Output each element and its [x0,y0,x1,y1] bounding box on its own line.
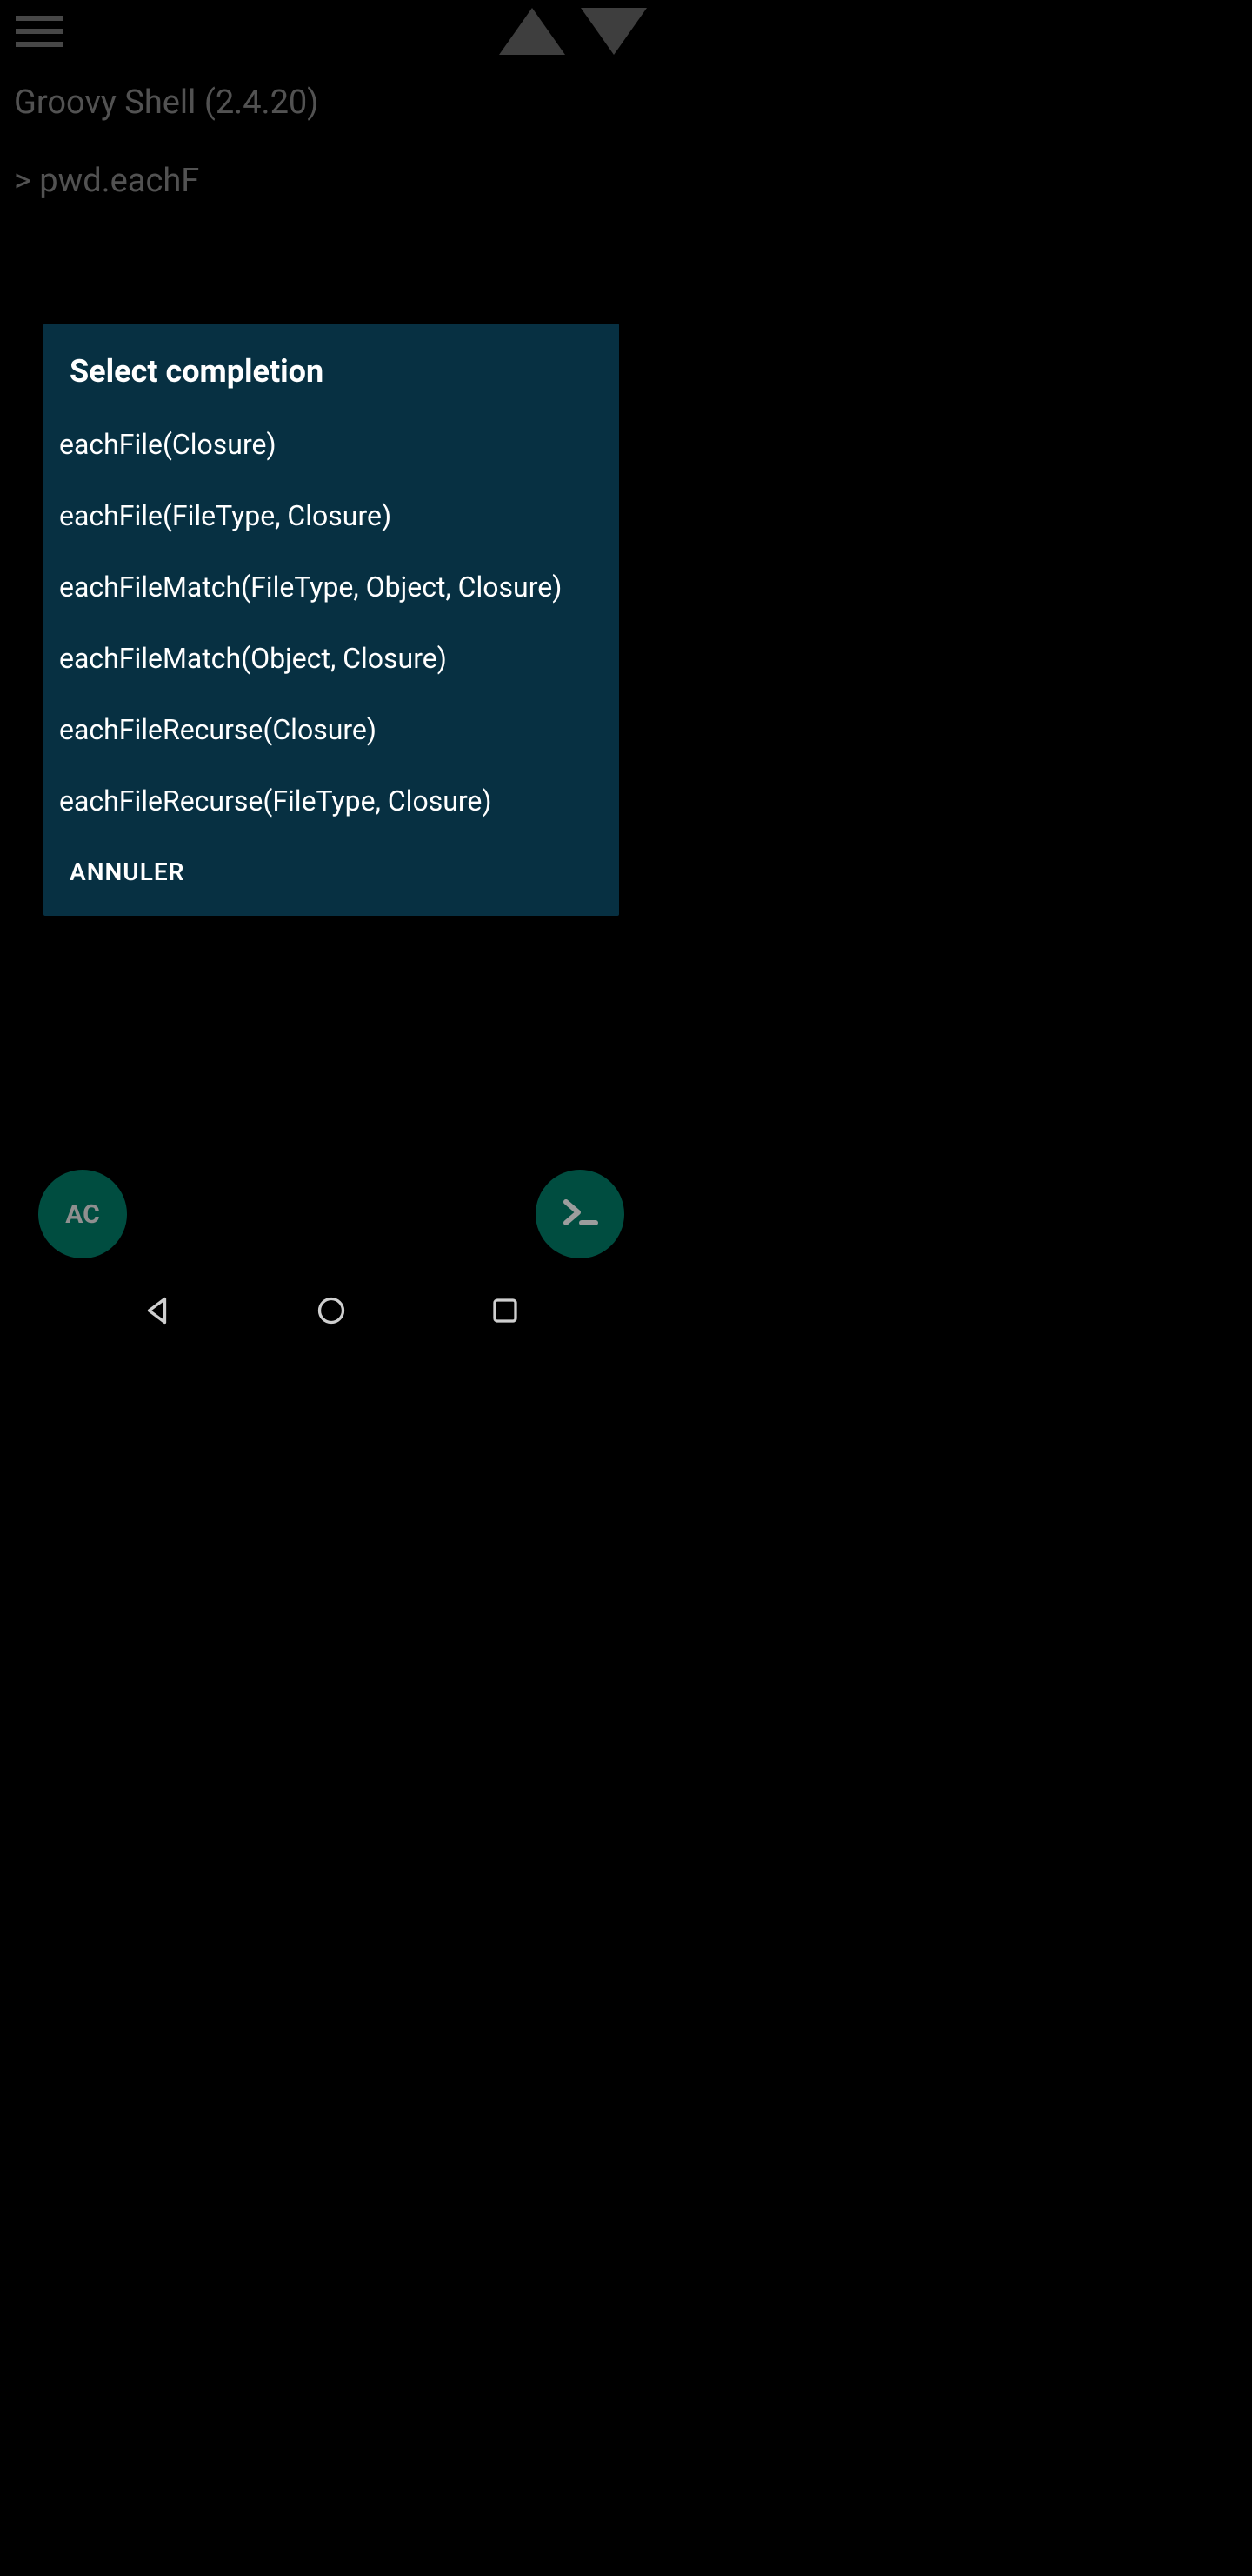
completion-dialog: Select completion eachFile(Closure) each… [43,324,619,916]
arrow-up-icon[interactable] [499,8,565,55]
home-icon[interactable] [316,1295,347,1330]
top-toolbar [0,0,663,63]
prompt-icon [559,1191,601,1237]
history-arrows [499,8,647,55]
completion-item[interactable]: eachFile(FileType, Closure) [43,480,619,551]
recents-icon[interactable] [489,1295,521,1330]
dialog-title: Select completion [43,353,619,409]
completion-item[interactable]: eachFileMatch(FileType, Object, Closure) [43,551,619,623]
ac-button[interactable]: AC [38,1170,127,1258]
cancel-button[interactable]: ANNULER [43,837,210,895]
shell-title: Groovy Shell (2.4.20) [14,83,319,122]
completion-item[interactable]: eachFileMatch(Object, Closure) [43,623,619,694]
android-nav-bar [0,1271,663,1354]
ac-label: AC [65,1199,100,1230]
completion-item[interactable]: eachFileRecurse(Closure) [43,694,619,765]
run-button[interactable] [536,1170,624,1258]
arrow-down-icon[interactable] [581,8,647,55]
menu-icon[interactable] [16,6,66,57]
completion-item[interactable]: eachFileRecurse(FileType, Closure) [43,765,619,837]
back-icon[interactable] [143,1295,174,1330]
shell-prompt[interactable]: > pwd.eachF [14,162,199,200]
completion-item[interactable]: eachFile(Closure) [43,409,619,480]
